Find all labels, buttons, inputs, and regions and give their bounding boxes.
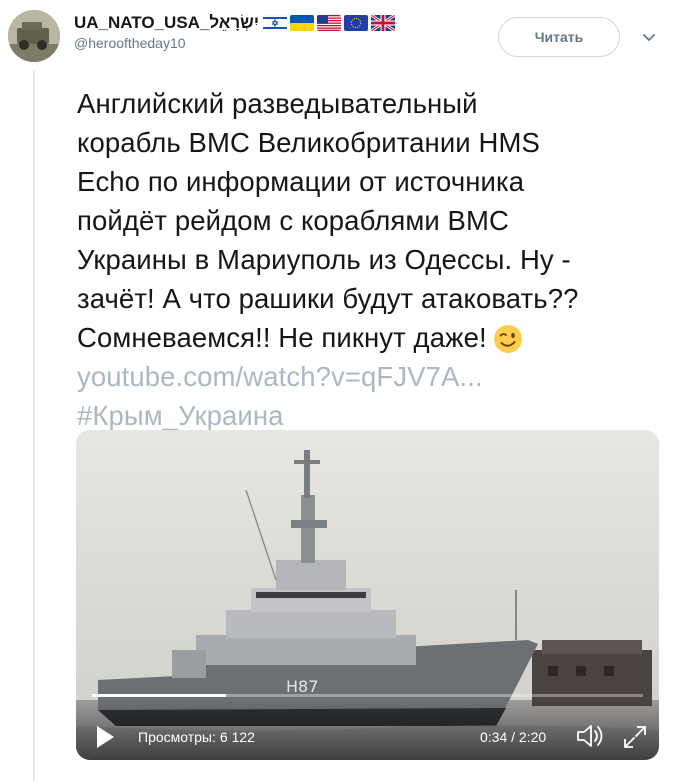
views-count: 6 122 [219,729,255,745]
video-time: 0:34 / 2:20 [480,729,546,745]
tweet-line: Английский разведывательный [77,88,478,119]
thread-line [33,70,35,781]
chevron-down-icon[interactable] [641,32,657,44]
tweet-line: Echo по информации от источника [77,166,525,197]
eu-flag-icon [344,15,368,31]
hashtag-link[interactable]: #Крым_Украина [77,400,284,431]
tweet-line: Украины в Мариуполь из Одессы. Ну - [77,244,571,275]
volume-icon[interactable] [575,723,605,749]
tweet-line: зачёт! А что рашики будут атаковать?? [77,283,579,314]
tweet-line: корабль ВМС Великобритании HMS [77,127,540,158]
israel-flag-icon [263,15,287,31]
duration: 2:20 [518,729,547,745]
video-progress-bar[interactable] [92,694,643,697]
tweet-line: Сомневаемся!! Не пикнут даже! [77,322,487,353]
tweet-line-last: Сомневаемся!! Не пикнут даже! [77,318,657,357]
play-icon[interactable] [94,724,116,750]
avatar-image [8,10,60,62]
video-player[interactable]: H87 Просмотры: 6 122 0:34 / 2:20 [76,430,659,760]
follow-button[interactable]: Читать [498,17,620,57]
tweet-text: Английский разведывательный корабль ВМС … [77,84,657,435]
views-label: Просмотры: [138,729,216,745]
usa-flag-icon [317,15,341,31]
fullscreen-icon[interactable] [622,724,648,750]
tweet-line: пойдёт рейдом с кораблями ВМС [77,205,509,236]
youtube-link[interactable]: youtube.com/watch?v=qFJV7A... [77,361,483,392]
time-separator: / [511,729,516,745]
flag-emojis [263,15,395,31]
author-display-name[interactable]: UA_NATO_USA_יִשְׂרָאֵל [74,13,259,33]
avatar[interactable] [8,10,60,62]
winking-face-emoji [493,325,522,353]
ukraine-flag-icon [290,15,314,31]
video-progress-fill [92,694,226,697]
tweet-header: UA_NATO_USA_יִשְׂרָאֵל @herooftheday10 [74,12,395,51]
author-handle[interactable]: @herooftheday10 [74,35,395,51]
uk-flag-icon [371,15,395,31]
video-view-count: Просмотры: 6 122 [138,729,255,745]
current-time: 0:34 [480,729,508,745]
